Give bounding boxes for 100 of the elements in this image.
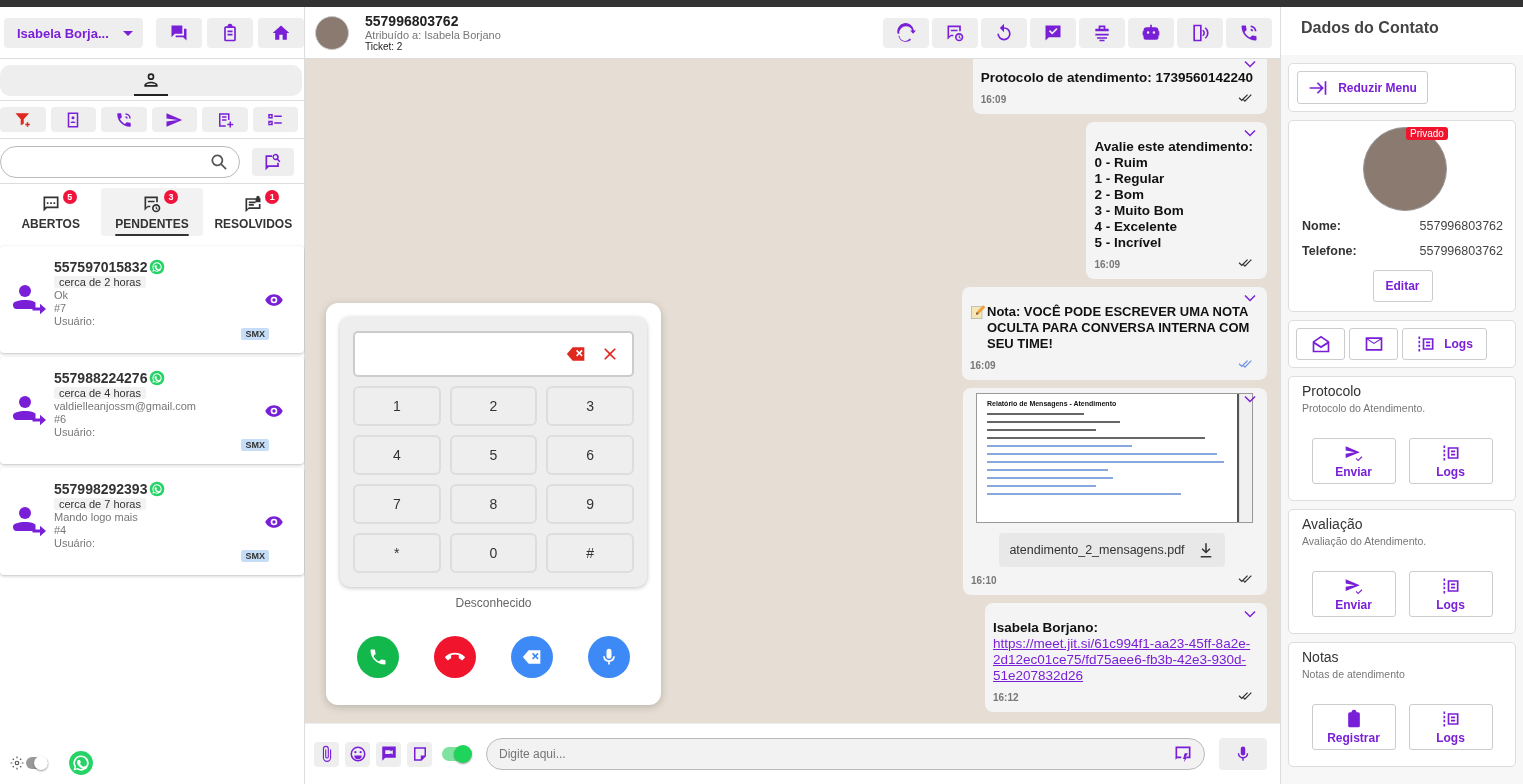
keypad-key[interactable]: 3 [546,386,634,426]
user-label: Usuário: [54,426,95,438]
keypad-key[interactable]: 4 [353,435,441,475]
caller-label: Desconhecido [455,596,532,610]
section-subtitle: Avaliação do Atendimento. [1302,535,1428,547]
phone-icon [368,647,388,667]
undo-button[interactable] [981,17,1027,48]
field-label: Telefone: [1302,244,1357,258]
microphone-button[interactable] [588,636,630,678]
caret-icon [123,30,134,36]
time-chip: cerca de 7 horas [54,498,146,510]
count-badge: 3 [164,189,178,204]
open-mail-button[interactable] [1296,328,1345,360]
ticket-tab[interactable]: 3 PENDENTES [101,188,203,236]
whatsapp-icon [68,750,94,776]
keypad-key[interactable]: 0 [449,533,538,573]
register-button[interactable]: Registrar [1311,704,1396,750]
hang-up-button[interactable] [434,636,476,678]
logs-button[interactable]: Logs [1408,704,1493,750]
video-chat-button[interactable] [376,741,401,767]
section-title: Avaliação [1302,516,1364,532]
contact-card-button[interactable] [50,107,96,132]
backspace-icon [566,344,586,364]
refresh-button[interactable] [883,17,929,48]
backspace-icon [522,647,542,667]
user-label: Usuário: [54,537,95,549]
quick-reply-icon [1173,744,1193,764]
collapse-menu-button[interactable]: Reduzir Menu [1297,71,1428,104]
queue-tag: SMX [241,328,269,340]
keypad-key[interactable]: * [353,533,441,573]
count-badge: 5 [62,189,77,204]
phone-button[interactable] [1226,17,1272,48]
contact-number: 557988224276 [54,370,148,386]
message-text: Avalie este atendimento: 0 - Ruim 1 - Regular 2 - Bom 3 - Muito Bom 4 - Excelente 5 - Incrível [1094,139,1253,251]
signature-toggle[interactable] [442,747,470,761]
keypad-key[interactable]: 2 [449,386,538,426]
theme-toggle[interactable] [10,756,48,770]
ticket-card[interactable]: 557597015832 cerca de 2 horas Ok #7 Usuário: SMX [0,246,304,353]
ticket-tab[interactable]: 1 RESOLVIDOS [202,188,304,236]
count-badge: 1 [265,189,280,204]
microphone-button[interactable] [1219,738,1267,770]
panel-title: Dados do Contato [1281,7,1523,55]
phone-signal-button[interactable] [1177,17,1223,48]
whatsapp-icon [149,370,166,386]
emoji-icon [348,745,367,763]
contact-number: 557998292393 [54,481,148,497]
user-menu[interactable]: Isabela Borja... [4,18,144,48]
ticket-card[interactable]: 557988224276 cerca de 4 horas valdielleanjossm@gmail.com #6 Usuário: SMX [0,357,304,464]
mail-button[interactable] [1349,328,1398,360]
clipboard-button[interactable] [207,18,254,48]
ticket-id: #7 [54,302,67,314]
send-button[interactable]: Enviar [1311,438,1396,484]
checklist-button[interactable] [252,107,298,132]
ticket-card[interactable]: 557998292393 cerca de 7 horas Mando logo mais #4 Usuário: SMX [0,468,304,575]
chat-check-button[interactable] [1030,17,1076,48]
keypad-key[interactable]: # [546,533,634,573]
logs-button[interactable]: Logs [1408,571,1493,617]
message-input[interactable]: Digite aqui... [486,738,1205,770]
message-time: 16:09 [970,360,996,371]
keypad-key[interactable]: 9 [546,484,634,524]
ticket-label: Ticket: 2 [365,41,404,52]
keypad-key[interactable]: 1 [353,386,441,426]
keypad-key[interactable]: 6 [546,435,634,475]
contact-number: 557996803762 [365,13,460,29]
keypad-key[interactable]: 5 [449,435,538,475]
section-subtitle: Notas de atendimento [1302,668,1406,680]
paperclip-button[interactable] [314,741,339,767]
robot-button[interactable] [1128,17,1174,48]
avatar-placeholder [315,15,349,50]
keypad-key[interactable]: 8 [449,484,538,524]
logs-button[interactable]: Logs [1408,438,1493,484]
sticky-note-button[interactable] [407,741,432,767]
note-add-button[interactable] [202,107,248,132]
call-button[interactable] [357,636,399,678]
refresh-icon [896,22,916,43]
chat-search-button[interactable] [252,148,294,176]
scrollbar[interactable] [1239,394,1252,522]
message-text: Protocolo de atendimento: 1739560142240 [980,70,1253,86]
download-button[interactable]: atendimento_2_mensagens.pdf [999,533,1225,567]
home-button[interactable] [258,18,304,48]
edit-button[interactable]: Editar [1372,270,1433,302]
keypad-key[interactable]: 7 [353,484,441,524]
locked-note-icon [243,193,264,214]
chats-icon [169,23,190,43]
filter-button[interactable] [0,107,46,132]
send-button[interactable]: Enviar [1311,571,1396,617]
phone-button[interactable] [101,107,147,132]
clock-chat-button[interactable] [932,17,978,48]
assigned-label: Atribuído a: Isabela Borjano [365,29,501,41]
emoji-button[interactable] [345,741,370,767]
clear-button[interactable] [511,636,553,678]
meeting-link[interactable]: https://meet.jit.si/61c994f1-aa23-45ff-8a2e-2d12ec01ce75/fd75aee6-fb3b-42e3-930d-51e207832d26 [993,636,1253,684]
number-field[interactable] [353,331,634,377]
time-chip: cerca de 2 horas [54,276,146,288]
transfer-button[interactable] [1079,17,1125,48]
send-button[interactable] [151,107,197,132]
logs-button[interactable]: Logs [1402,328,1487,360]
message-time: 16:09 [980,94,1007,105]
ticket-tab[interactable]: 5 ABERTOS [0,188,102,236]
chats-button[interactable] [156,18,203,48]
